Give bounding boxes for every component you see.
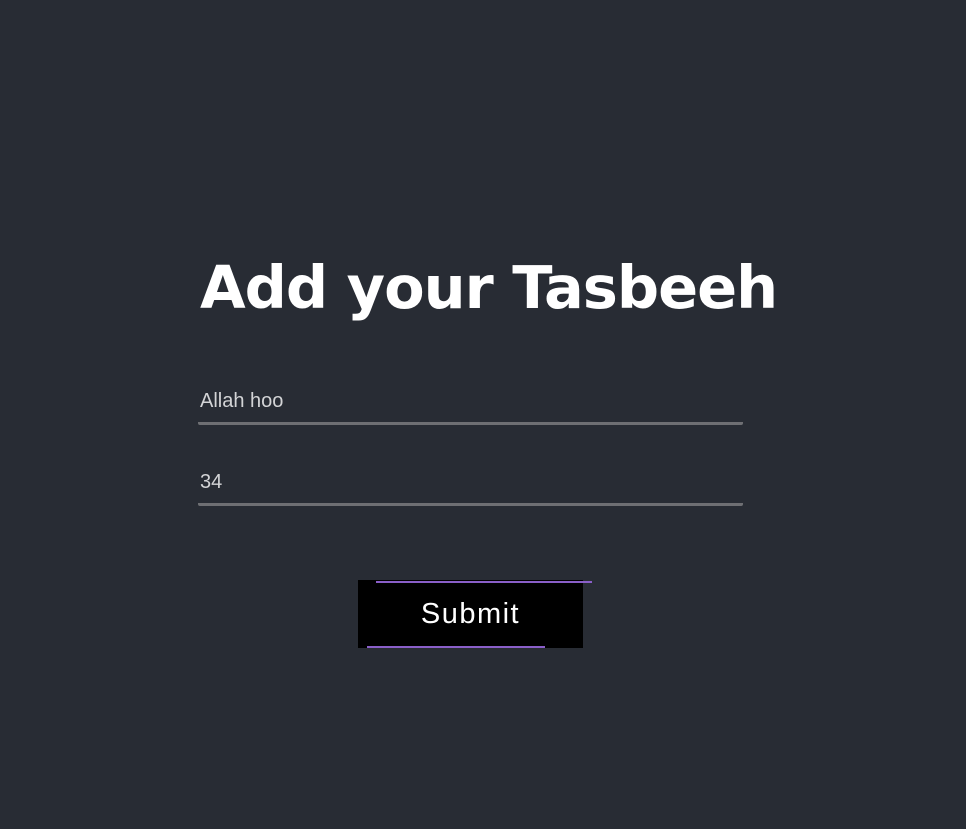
- submit-button[interactable]: Submit: [358, 580, 583, 648]
- page-title: Add your Tasbeeh: [200, 253, 778, 322]
- tasbeeh-form-page: Add your Tasbeeh Submit: [0, 0, 966, 829]
- submit-button-container: Submit: [358, 580, 592, 649]
- button-accent-line-top: [376, 581, 592, 583]
- button-accent-line-bottom: [367, 646, 545, 648]
- tasbeeh-count-input[interactable]: [198, 462, 743, 506]
- tasbeeh-name-input[interactable]: [198, 381, 743, 425]
